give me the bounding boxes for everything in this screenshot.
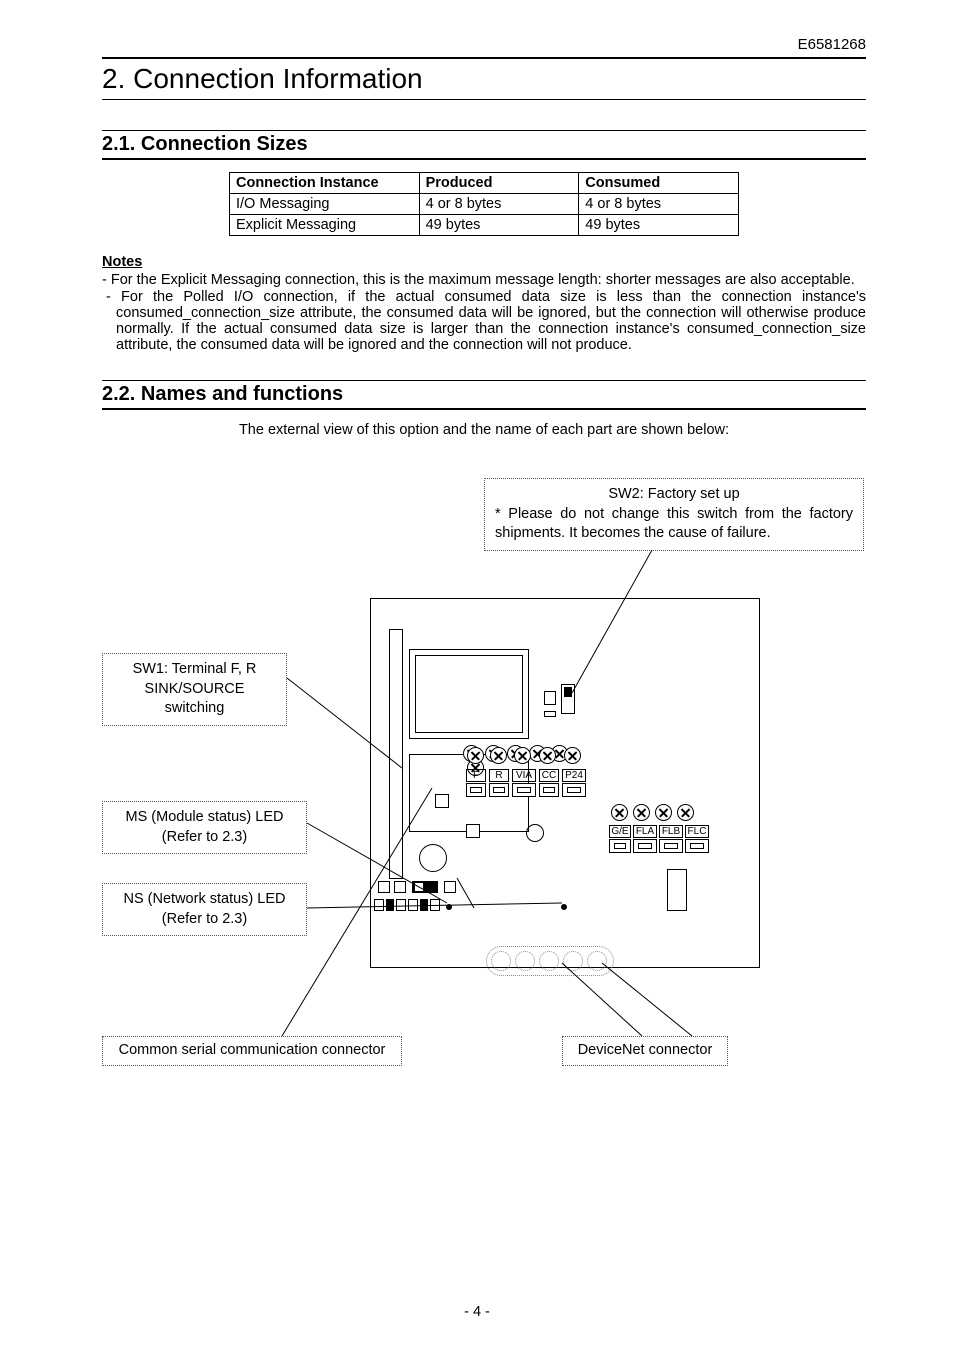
td-produced: 4 or 8 bytes (419, 194, 579, 215)
callout-ms-line2: (Refer to 2.3) (113, 828, 296, 848)
callout-devicenet: DeviceNet connector (562, 1036, 728, 1066)
td-instance: Explicit Messaging (230, 215, 420, 236)
callout-common-text: Common serial communication connector (119, 1042, 386, 1058)
terminal-label-flb: FLB (659, 825, 683, 838)
connection-sizes-table: Connection Instance Produced Consumed I/… (229, 172, 739, 236)
h2-rule (102, 158, 866, 160)
callout-sw2-line1: SW2: Factory set up (495, 485, 853, 505)
callout-devicenet-text: DeviceNet connector (578, 1042, 713, 1058)
table-row: I/O Messaging 4 or 8 bytes 4 or 8 bytes (230, 194, 739, 215)
td-consumed: 4 or 8 bytes (579, 194, 739, 215)
note-item: - For the Explicit Messaging connection,… (102, 272, 866, 288)
terminal-label-ge: G/E (609, 825, 631, 838)
callout-ms-led: MS (Module status) LED (Refer to 2.3) (102, 801, 307, 854)
terminal-label-p24: P24 (562, 769, 586, 782)
terminal-label-cc: CC (539, 769, 559, 782)
page-title: 2. Connection Information (102, 63, 866, 95)
callout-ns-led: NS (Network status) LED (Refer to 2.3) (102, 883, 307, 936)
doc-id: E6581268 (102, 36, 866, 53)
section-heading-21: 2.1. Connection Sizes (102, 133, 866, 156)
td-produced: 49 bytes (419, 215, 579, 236)
td-consumed: 49 bytes (579, 215, 739, 236)
callout-sw1-line2: SINK/SOURCE switching (113, 680, 276, 719)
callout-sw1-line1: SW1: Terminal F, R (113, 660, 276, 680)
h2-rule (102, 130, 866, 131)
notes-heading: Notes (102, 254, 866, 270)
terminal-label-f: F (466, 769, 486, 782)
callout-sw2: SW2: Factory set up * Please do not chan… (484, 478, 864, 551)
page-number: - 4 - (0, 1304, 954, 1320)
th-consumed: Consumed (579, 173, 739, 194)
parts-diagram: SW2: Factory set up * Please do not chan… (102, 478, 866, 1098)
section-heading-22: 2.2. Names and functions (102, 383, 866, 406)
callout-sw2-line2: * Please do not change this switch from … (495, 505, 853, 544)
callout-ms-line1: MS (Module status) LED (113, 808, 296, 828)
h2-rule (102, 408, 866, 410)
h2-rule (102, 380, 866, 381)
note-item: - For the Polled I/O connection, if the … (102, 289, 866, 353)
h1-rule-top (102, 57, 866, 59)
section-22-intro: The external view of this option and the… (102, 422, 866, 438)
table-row: Explicit Messaging 49 bytes 49 bytes (230, 215, 739, 236)
h1-rule-bot (102, 99, 866, 100)
pcb-outline: F R VIA CC P24 (370, 598, 760, 968)
callout-common-serial: Common serial communication connector (102, 1036, 402, 1066)
table-header-row: Connection Instance Produced Consumed (230, 173, 739, 194)
callout-ns-line2: (Refer to 2.3) (113, 910, 296, 930)
terminal-label-fla: FLA (633, 825, 657, 838)
terminal-label-r: R (489, 769, 509, 782)
callout-ns-line1: NS (Network status) LED (113, 890, 296, 910)
callout-sw1: SW1: Terminal F, R SINK/SOURCE switching (102, 653, 287, 726)
terminal-label-flc: FLC (685, 825, 709, 838)
terminal-label-via: VIA (512, 769, 536, 782)
td-instance: I/O Messaging (230, 194, 420, 215)
th-produced: Produced (419, 173, 579, 194)
th-instance: Connection Instance (230, 173, 420, 194)
